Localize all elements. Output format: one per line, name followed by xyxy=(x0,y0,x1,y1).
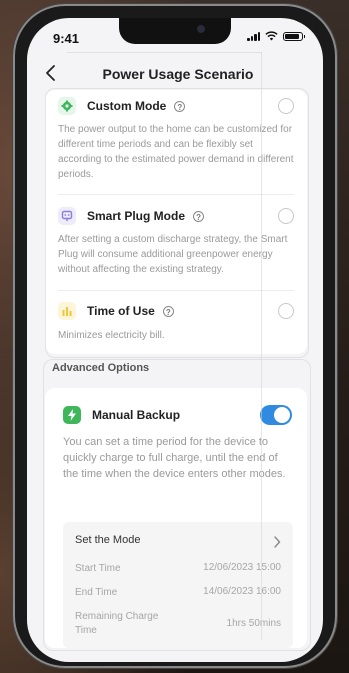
lightning-icon xyxy=(63,406,81,424)
nav-bar: Power Usage Scenario xyxy=(27,60,323,88)
manual-backup-description: You can set a time period for the device… xyxy=(63,436,286,480)
start-time-label: Start Time xyxy=(75,563,121,574)
option-description: After setting a custom discharge strateg… xyxy=(58,234,288,275)
status-bar: 9:41 xyxy=(27,18,323,54)
app-screen: 9:41 Power Usage Scenario Custom Mode ? … xyxy=(27,18,323,662)
advanced-options-label: Advanced Options xyxy=(52,362,150,374)
chevron-right-icon[interactable] xyxy=(273,536,281,548)
radio-button[interactable] xyxy=(278,208,294,224)
option-smart-plug-mode[interactable]: Smart Plug Mode ? After setting a custom… xyxy=(45,198,307,288)
radio-button[interactable] xyxy=(278,98,294,114)
divider xyxy=(58,194,294,195)
help-icon[interactable]: ? xyxy=(193,210,205,222)
start-time-value: 12/06/2023 15:00 xyxy=(203,562,281,573)
radio-button[interactable] xyxy=(278,303,294,319)
notch xyxy=(119,18,231,44)
manual-backup-title: Manual Backup xyxy=(92,408,181,422)
end-time-label: End Time xyxy=(75,587,118,598)
wifi-icon xyxy=(265,31,278,41)
set-mode-title: Set the Mode xyxy=(75,534,141,546)
option-title: Custom Mode xyxy=(87,99,167,113)
battery-icon xyxy=(283,31,305,41)
scenario-options-card: Custom Mode ? The power output to the ho… xyxy=(45,90,307,354)
option-title: Time of Use xyxy=(87,304,155,318)
manual-backup-header: Manual Backup xyxy=(63,406,180,424)
end-time-value: 14/06/2023 16:00 xyxy=(203,586,281,597)
option-description: The power output to the home can be cust… xyxy=(58,124,294,180)
camera-icon xyxy=(197,25,205,33)
help-icon[interactable]: ? xyxy=(162,305,174,317)
page-title: Power Usage Scenario xyxy=(102,66,254,82)
signal-icon xyxy=(247,31,260,41)
option-time-of-use[interactable]: Time of Use ? Minimizes electricity bill… xyxy=(45,294,307,354)
option-title: Smart Plug Mode xyxy=(87,209,186,223)
divider xyxy=(58,290,294,291)
option-description: Minimizes electricity bill. xyxy=(58,330,165,341)
option-custom-mode[interactable]: Custom Mode ? The power output to the ho… xyxy=(45,90,307,200)
set-mode-panel[interactable]: Set the Mode Start Time 12/06/2023 15:00… xyxy=(63,522,293,648)
manual-backup-toggle[interactable] xyxy=(260,405,292,425)
bar-chart-icon xyxy=(58,302,76,320)
gear-icon xyxy=(58,97,76,115)
help-icon[interactable]: ? xyxy=(174,100,186,112)
remaining-charge-time-value: 1hrs 50mins xyxy=(226,618,281,629)
status-icons xyxy=(247,31,305,41)
status-time: 9:41 xyxy=(53,31,80,46)
smart-plug-icon xyxy=(58,207,76,225)
remaining-charge-time-label: Remaining Charge Time xyxy=(75,611,159,636)
manual-backup-card: Manual Backup You can set a time period … xyxy=(45,388,307,648)
